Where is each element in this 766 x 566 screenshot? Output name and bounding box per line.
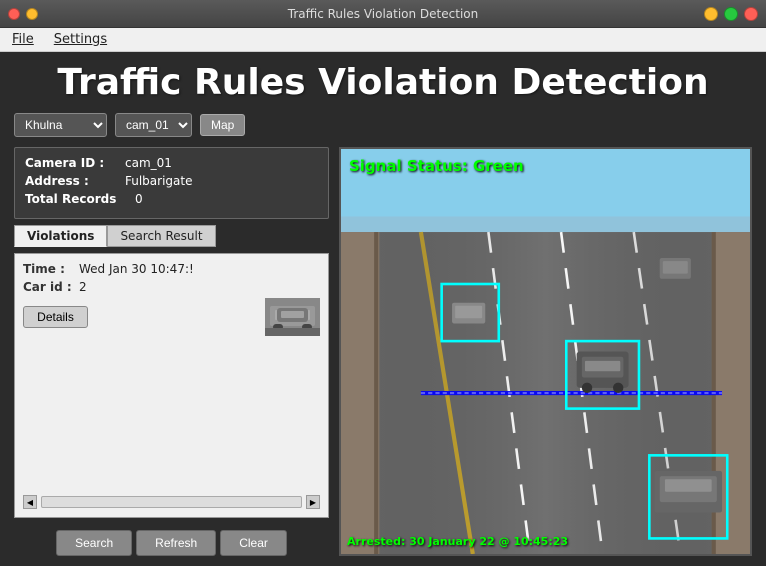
records-label: Total Records <box>25 192 135 206</box>
win-close-icon[interactable] <box>744 7 758 21</box>
violations-panel: Time : Wed Jan 30 10:47:! Car id : 2 Det… <box>14 253 329 518</box>
left-panel: Camera ID : cam_01 Address : Fulbarigate… <box>14 147 329 556</box>
close-btn[interactable] <box>8 8 20 20</box>
menu-file[interactable]: File <box>8 30 38 49</box>
road-scene-svg <box>341 149 750 554</box>
camera-select[interactable]: cam_01 cam_02 cam_03 <box>115 113 192 137</box>
scroll-track[interactable] <box>41 496 302 508</box>
city-select[interactable]: Khulna Dhaka Chittagong <box>14 113 107 137</box>
window-action-btns <box>704 7 758 21</box>
app-title: Traffic Rules Violation Detection <box>14 62 752 103</box>
scroll-bar: ◀ ▶ <box>23 495 320 509</box>
address-value: Fulbarigate <box>125 174 192 188</box>
main-content: Traffic Rules Violation Detection Khulna… <box>0 52 766 566</box>
scroll-right-arrow[interactable]: ▶ <box>306 495 320 509</box>
window-controls <box>8 8 38 20</box>
menu-settings[interactable]: Settings <box>50 30 111 49</box>
camera-info-box: Camera ID : cam_01 Address : Fulbarigate… <box>14 147 329 219</box>
camera-feed: Signal Status: Green Arrested: 30 Januar… <box>339 147 752 556</box>
refresh-button[interactable]: Refresh <box>136 530 216 556</box>
car-id-label: Car id : <box>23 280 73 294</box>
content-area: Camera ID : cam_01 Address : Fulbarigate… <box>14 147 752 556</box>
timestamp-overlay: Arrested: 30 January 22 @ 10:45:23 <box>347 535 568 548</box>
car-thumb-svg <box>265 298 320 336</box>
time-row: Time : Wed Jan 30 10:47:! <box>23 262 320 276</box>
clear-button[interactable]: Clear <box>220 530 287 556</box>
scroll-left-arrow[interactable]: ◀ <box>23 495 37 509</box>
car-id-row: Car id : 2 <box>23 280 320 294</box>
car-thumbnail <box>265 298 320 336</box>
camera-id-value: cam_01 <box>125 156 172 170</box>
win-minimize-icon[interactable] <box>704 7 718 21</box>
address-row: Address : Fulbarigate <box>25 174 318 188</box>
win-maximize-icon[interactable] <box>724 7 738 21</box>
records-value: 0 <box>135 192 143 206</box>
title-bar: Traffic Rules Violation Detection <box>0 0 766 28</box>
tab-violations[interactable]: Violations <box>14 225 107 247</box>
violation-item: Time : Wed Jan 30 10:47:! Car id : 2 Det… <box>23 262 320 336</box>
camera-id-label: Camera ID : <box>25 156 125 170</box>
time-value: Wed Jan 30 10:47:! <box>79 262 194 276</box>
map-button[interactable]: Map <box>200 114 245 136</box>
search-button[interactable]: Search <box>56 530 132 556</box>
menu-bar: File Settings <box>0 28 766 52</box>
records-row: Total Records 0 <box>25 192 318 206</box>
tabs-container: Violations Search Result <box>14 225 329 247</box>
window-title: Traffic Rules Violation Detection <box>288 7 478 21</box>
road-scene: Signal Status: Green Arrested: 30 Januar… <box>341 149 750 554</box>
address-label: Address : <box>25 174 125 188</box>
minimize-btn[interactable] <box>26 8 38 20</box>
bottom-buttons: Search Refresh Clear <box>14 530 329 556</box>
violation-details-row: Details <box>23 298 320 336</box>
time-label: Time : <box>23 262 73 276</box>
signal-status: Signal Status: Green <box>349 157 524 175</box>
camera-id-row: Camera ID : cam_01 <box>25 156 318 170</box>
car-id-value: 2 <box>79 280 87 294</box>
details-button[interactable]: Details <box>23 306 88 328</box>
tab-search-result[interactable]: Search Result <box>107 225 215 247</box>
controls-row: Khulna Dhaka Chittagong cam_01 cam_02 ca… <box>14 113 752 137</box>
